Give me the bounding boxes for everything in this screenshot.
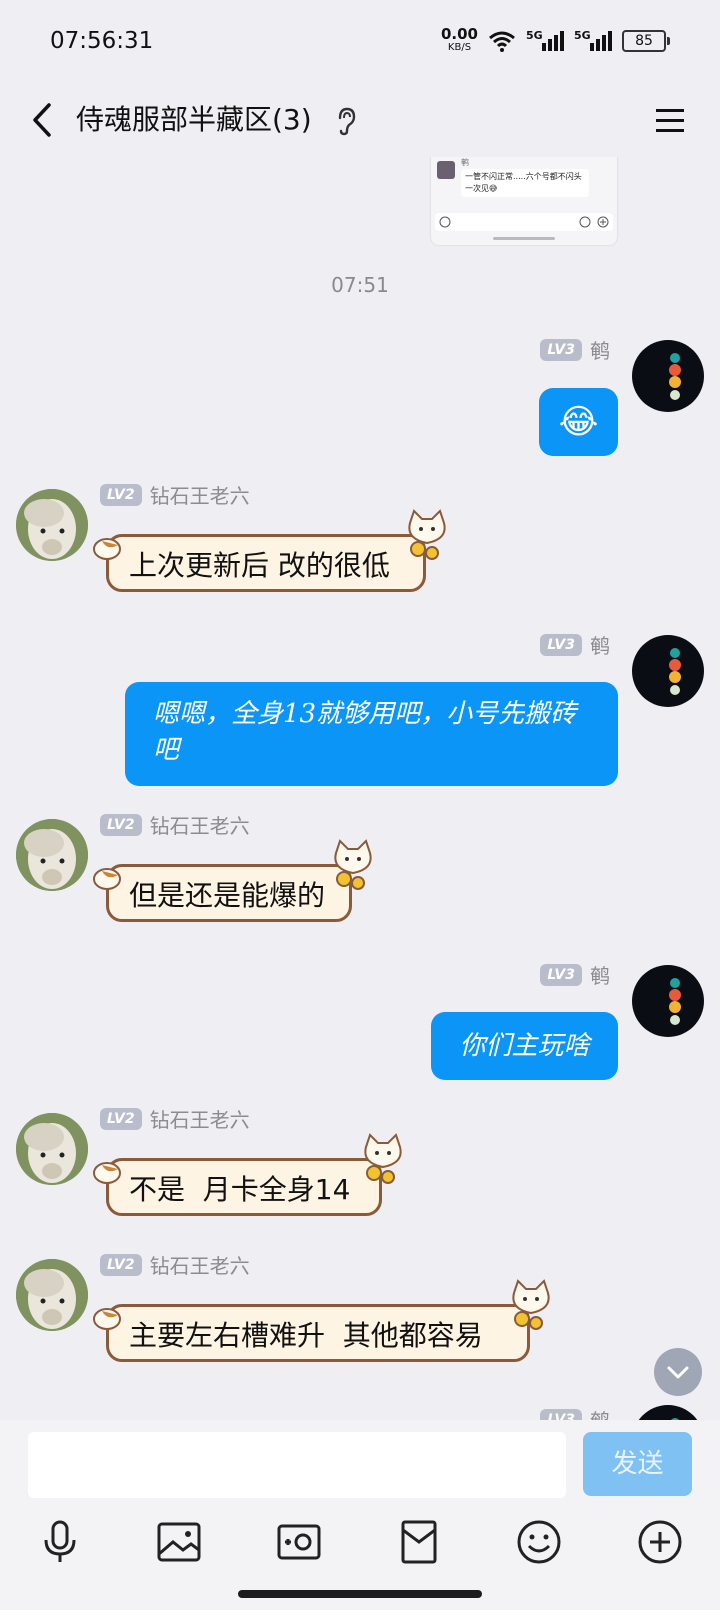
avatar[interactable]: [16, 819, 88, 891]
cat-paw-icon: [93, 1162, 121, 1184]
level-badge: LV2: [100, 1253, 142, 1276]
level-badge: LV3: [540, 633, 582, 656]
sender-meta: LV2 钻石王老六: [100, 810, 250, 839]
battery-level: 85: [622, 30, 666, 52]
group-title[interactable]: 侍魂服部半藏区(3): [76, 95, 312, 145]
level-badge: LV3: [540, 1408, 582, 1420]
sender-meta: LV3 鹌: [540, 960, 610, 989]
signal-icon-sim1: 5G: [526, 29, 564, 51]
avatar[interactable]: [16, 1259, 88, 1331]
timestamp: 07:51: [331, 273, 389, 297]
image-icon[interactable]: [155, 1518, 203, 1566]
sender-meta: LV2 钻石王老六: [100, 480, 250, 509]
avatar[interactable]: [632, 340, 704, 412]
cat-paw-icon: [93, 868, 121, 890]
signal-icon-sim2: 5G: [574, 29, 612, 51]
wifi-icon: [489, 31, 515, 52]
sender-meta: LV2 钻石王老六: [100, 1104, 250, 1133]
avatar[interactable]: [632, 1405, 704, 1420]
network-speed-unit: KB/S: [447, 42, 472, 53]
menu-icon[interactable]: [654, 101, 686, 141]
home-indicator[interactable]: [238, 1590, 482, 1598]
message-bubble[interactable]: 你们主玩啥: [431, 1012, 618, 1080]
message-list[interactable]: 鹌 一管不闪正常.....六个号都不闪头一次见😅 07:51 LV3 鹌 😂 L…: [0, 157, 720, 1420]
sim1-label: 5G: [526, 29, 543, 42]
message-bubble[interactable]: 嗯嗯，全身13就够用吧，小号先搬砖吧: [125, 682, 618, 786]
network-speed: 0.00 KB/S: [440, 25, 478, 54]
chevron-down-icon: [667, 1366, 689, 1379]
sim2-label: 5G: [574, 29, 591, 42]
message-input[interactable]: [28, 1432, 566, 1498]
message-bubble[interactable]: 上次更新后 改的很低: [106, 534, 426, 592]
camera-icon[interactable]: [275, 1518, 323, 1566]
avatar[interactable]: [632, 635, 704, 707]
message-bubble[interactable]: 主要左右槽难升 其他都容易: [106, 1304, 530, 1362]
send-button[interactable]: 发送: [583, 1432, 692, 1496]
message-bubble[interactable]: 不是 月卡全身14: [106, 1158, 382, 1216]
sender-meta: LV2 钻石王老六: [100, 1250, 250, 1279]
back-button[interactable]: [25, 95, 65, 145]
sender-name[interactable]: 鹌: [590, 1405, 610, 1420]
sender-name[interactable]: 鹌: [590, 335, 610, 364]
level-badge: LV2: [100, 813, 142, 836]
level-badge: LV3: [540, 963, 582, 986]
level-badge: LV2: [100, 1107, 142, 1130]
level-badge: LV3: [540, 338, 582, 361]
screenshot-message: 一管不闪正常.....六个号都不闪头一次见😅: [461, 169, 589, 197]
sender-name[interactable]: 钻石王老六: [150, 810, 250, 839]
cat-sticker-icon: [512, 1279, 550, 1330]
cat-paw-icon: [93, 1308, 121, 1330]
cat-sticker-icon: [408, 509, 446, 560]
screenshot-input-bar: [435, 213, 613, 231]
level-badge: LV2: [100, 483, 142, 506]
screenshot-image[interactable]: 鹌 一管不闪正常.....六个号都不闪头一次见😅: [431, 157, 617, 245]
red-packet-icon[interactable]: [395, 1518, 443, 1566]
status-bar: 07:56:31 0.00 KB/S 5G 5G 85: [0, 0, 720, 85]
composer: 发送: [0, 1420, 720, 1610]
sender-meta: LV3 鹌: [540, 630, 610, 659]
mic-icon[interactable]: [36, 1518, 84, 1566]
sender-name[interactable]: 钻石王老六: [150, 480, 250, 509]
chat-header: 侍魂服部半藏区(3): [0, 85, 720, 157]
status-time: 07:56:31: [50, 28, 154, 54]
cat-sticker-icon: [334, 839, 372, 890]
sender-name[interactable]: 钻石王老六: [150, 1250, 250, 1279]
status-icons: 0.00 KB/S 5G 5G 85: [440, 25, 670, 54]
sender-meta: LV3 鹌: [540, 335, 610, 364]
battery-icon: 85: [622, 30, 670, 52]
network-speed-value: 0.00: [440, 25, 478, 43]
cat-sticker-icon: [364, 1133, 402, 1184]
ear-icon[interactable]: [336, 106, 356, 136]
scroll-to-bottom-button[interactable]: [654, 1348, 702, 1396]
avatar[interactable]: [632, 965, 704, 1037]
message-bubble[interactable]: 但是还是能爆的: [106, 864, 352, 922]
cat-paw-icon: [93, 538, 121, 560]
mini-avatar: [437, 161, 455, 179]
plus-icon[interactable]: [636, 1518, 684, 1566]
avatar[interactable]: [16, 1113, 88, 1185]
sender-name[interactable]: 鹌: [590, 960, 610, 989]
emoji-icon[interactable]: [515, 1518, 563, 1566]
sender-meta: LV3 鹌: [540, 1405, 610, 1420]
sender-name[interactable]: 钻石王老六: [150, 1104, 250, 1133]
sender-name[interactable]: 鹌: [590, 630, 610, 659]
avatar[interactable]: [16, 489, 88, 561]
message-bubble[interactable]: 😂: [539, 388, 618, 456]
